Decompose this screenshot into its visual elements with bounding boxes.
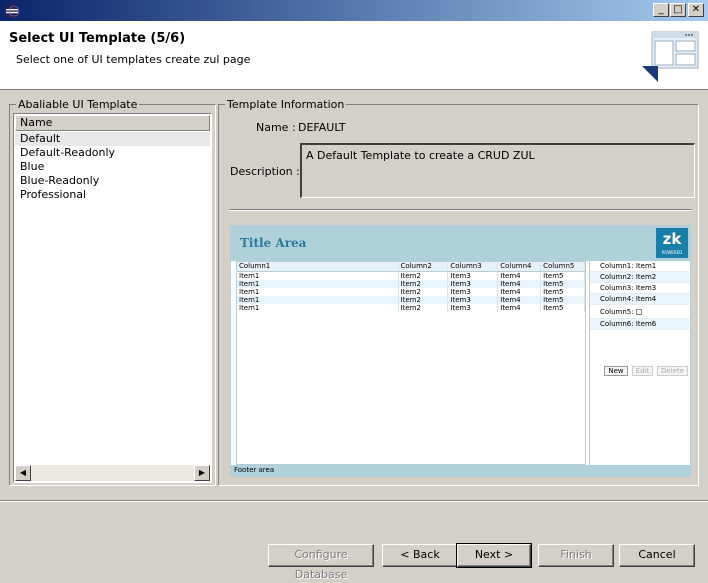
preview-cell: Item1 xyxy=(237,304,399,312)
scroll-left-icon[interactable]: ◀ xyxy=(15,465,31,481)
preview-cell: Item1 xyxy=(237,296,399,304)
name-label: Name : xyxy=(256,121,296,134)
wizard-banner-icon xyxy=(642,31,699,82)
back-button[interactable]: < Back xyxy=(382,544,458,567)
preview-form: Column1: Item1 Column2: Item2 Column3: I… xyxy=(589,261,689,465)
preview-form-row: Column6: Item6 xyxy=(590,319,689,330)
preview-cell: Item5 xyxy=(541,280,585,288)
preview-cell: Item5 xyxy=(541,304,585,312)
wizard-title: Select UI Template (5/6) xyxy=(9,31,186,46)
finish-button[interactable]: Finish xyxy=(538,544,614,567)
preview-cell: Item4 xyxy=(498,280,542,288)
template-preview: Title Area zk POWERED Column1 Column2 Co… xyxy=(230,225,691,477)
preview-cell: Item4 xyxy=(498,304,542,312)
horizontal-scrollbar[interactable]: ◀ ▶ xyxy=(15,465,210,481)
preview-grid-row: Item1 Item2 Item3 Item4 Item5 xyxy=(237,272,585,280)
preview-grid-row: Item1 Item2 Item3 Item4 Item5 xyxy=(237,304,585,312)
list-item-default[interactable]: Default xyxy=(15,132,210,146)
preview-title: Title Area xyxy=(240,236,307,250)
preview-new-button: New xyxy=(604,366,628,376)
zk-logo-subtext: POWERED xyxy=(661,250,683,255)
preview-cell: Item5 xyxy=(541,272,585,280)
preview-cell: Item3 xyxy=(448,280,499,288)
preview-cell: Item2 xyxy=(399,280,449,288)
window-titlebar: _ □ ✕ xyxy=(0,0,708,22)
preview-cell: Item3 xyxy=(448,288,499,296)
description-field[interactable]: A Default Template to create a CRUD ZUL xyxy=(300,143,695,198)
preview-cell: Item4 xyxy=(498,272,542,280)
preview-cell: Item2 xyxy=(399,272,449,280)
preview-col-header: Column3 xyxy=(448,262,499,271)
preview-form-row: Column2: Item2 xyxy=(590,272,689,283)
preview-cell: Item4 xyxy=(498,288,542,296)
preview-cell: Item1 xyxy=(237,272,399,280)
template-info-group: Template Information Name : DEFAULT Desc… xyxy=(218,98,699,486)
preview-cell: Item5 xyxy=(541,288,585,296)
next-button[interactable]: Next > xyxy=(456,543,532,568)
info-separator xyxy=(229,209,692,211)
preview-cell: Item3 xyxy=(448,304,499,312)
preview-grid-row: Item1 Item2 Item3 Item4 Item5 xyxy=(237,280,585,288)
zk-logo: zk POWERED xyxy=(656,228,688,258)
preview-col-header: Column1 xyxy=(237,262,399,271)
scroll-right-icon[interactable]: ▶ xyxy=(194,465,210,481)
template-items: Default Default-Readonly Blue Blue-Reado… xyxy=(15,132,210,202)
minimize-button[interactable]: _ xyxy=(653,3,669,17)
wizard-description: Select one of UI templates create zul pa… xyxy=(16,53,251,66)
wizard-header: Select UI Template (5/6) Select one of U… xyxy=(0,22,708,90)
preview-col-header: Column5 xyxy=(541,262,585,271)
preview-col-header: Column2 xyxy=(399,262,449,271)
preview-cell: Item2 xyxy=(399,296,449,304)
preview-form-row: Column3: Item3 xyxy=(590,283,689,294)
name-value: DEFAULT xyxy=(298,121,346,134)
eclipse-app-icon xyxy=(5,4,20,18)
preview-cell: Item2 xyxy=(399,288,449,296)
preview-cell: Item5 xyxy=(541,296,585,304)
template-list-group: Abaliable UI Template Name Default Defau… xyxy=(9,98,216,486)
list-item-blue-readonly[interactable]: Blue-Readonly xyxy=(15,174,210,188)
preview-edit-button: Edit xyxy=(632,366,653,376)
bottom-separator xyxy=(0,500,708,502)
close-button[interactable]: ✕ xyxy=(688,3,704,17)
template-list-group-label: Abaliable UI Template xyxy=(16,98,140,111)
template-info-group-label: Template Information xyxy=(225,98,347,111)
list-item-professional[interactable]: Professional xyxy=(15,188,210,202)
preview-cell: Item2 xyxy=(399,304,449,312)
template-listbox[interactable]: Name Default Default-Readonly Blue Blue-… xyxy=(13,113,212,483)
cancel-button[interactable]: Cancel xyxy=(619,544,695,567)
description-label: Description : xyxy=(230,165,300,178)
preview-grid-row: Item1 Item2 Item3 Item4 Item5 xyxy=(237,296,585,304)
configure-database-button[interactable]: Configure Database xyxy=(268,544,374,581)
preview-col-header: Column4 xyxy=(498,262,542,271)
preview-grid-row: Item1 Item2 Item3 Item4 Item5 xyxy=(237,288,585,296)
preview-grid: Column1 Column2 Column3 Column4 Column5 … xyxy=(236,261,586,465)
name-column-header[interactable]: Name xyxy=(15,115,210,131)
preview-cell: Item1 xyxy=(237,280,399,288)
checkbox-icon xyxy=(635,309,642,315)
maximize-button[interactable]: □ xyxy=(670,3,686,17)
preview-form-label: Column5: xyxy=(600,308,634,316)
preview-grid-header: Column1 Column2 Column3 Column4 Column5 xyxy=(237,262,585,272)
preview-title-area: Title Area zk POWERED xyxy=(231,226,690,261)
preview-form-row: Column5: xyxy=(590,305,689,319)
preview-cell: Item3 xyxy=(448,296,499,304)
preview-cell: Item3 xyxy=(448,272,499,280)
preview-delete-button: Delete xyxy=(657,366,688,376)
preview-footer: Footer area xyxy=(231,465,690,476)
preview-form-row: Column1: Item1 xyxy=(590,261,689,272)
list-item-blue[interactable]: Blue xyxy=(15,160,210,174)
list-item-default-readonly[interactable]: Default-Readonly xyxy=(15,146,210,160)
zk-logo-text: zk xyxy=(662,230,682,248)
preview-form-row: Column4: Item4 xyxy=(590,294,689,305)
preview-cell: Item1 xyxy=(237,288,399,296)
preview-cell: Item4 xyxy=(498,296,542,304)
